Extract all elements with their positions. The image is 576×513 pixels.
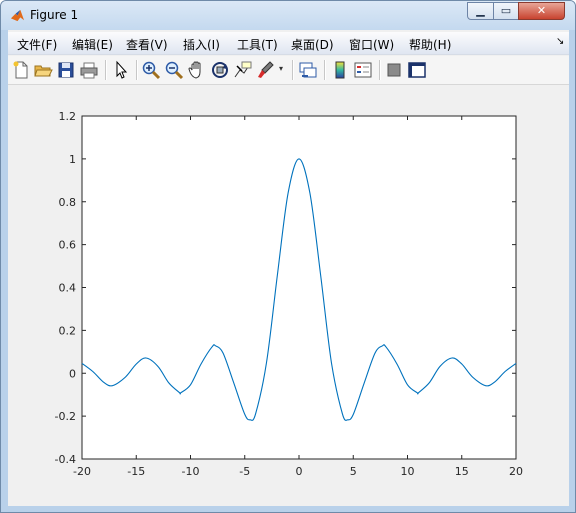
x-tick-label: -10 — [182, 465, 200, 478]
x-tick-label: 0 — [296, 465, 303, 478]
open-file-icon[interactable] — [33, 60, 53, 80]
x-tick-label: 10 — [401, 465, 415, 478]
y-tick-label: 0.2 — [59, 324, 77, 337]
data-cursor-icon[interactable] — [233, 60, 253, 80]
rotate-3d-icon[interactable] — [210, 60, 230, 80]
pan-icon[interactable] — [187, 60, 207, 80]
print-icon[interactable] — [79, 60, 99, 80]
menu-tools[interactable]: 工具(T) — [237, 36, 278, 53]
legend-icon[interactable] — [353, 60, 373, 80]
colorbar-icon[interactable] — [330, 60, 350, 80]
menu-view[interactable]: 查看(V) — [126, 36, 168, 53]
menu-edit[interactable]: 编辑(E) — [72, 36, 113, 53]
y-tick-label: 0 — [69, 367, 76, 380]
x-tick-label: -20 — [73, 465, 91, 478]
menu-desktop[interactable]: 桌面(D) — [291, 36, 334, 53]
figure-toolbar: ▾ — [8, 56, 569, 85]
toolbar-separator — [324, 60, 326, 80]
toolbar-separator — [105, 60, 107, 80]
title-bar[interactable]: Figure 1 ▁ ▭ ✕ — [1, 1, 575, 30]
axes-box — [81, 115, 517, 460]
plot-area[interactable]: -20 -15 -10 -5 0 5 10 15 20 -0.4 -0.2 0 0.2 0.4 0.6 0.8… — [8, 85, 569, 506]
minimize-button[interactable]: ▁ — [467, 2, 494, 20]
toolbar-separator — [292, 60, 294, 80]
zoom-in-icon[interactable] — [141, 60, 161, 80]
y-tick-label: 0.8 — [59, 196, 77, 209]
menu-help[interactable]: 帮助(H) — [409, 36, 451, 53]
matlab-logo-icon — [10, 9, 25, 22]
zoom-out-icon[interactable] — [164, 60, 184, 80]
minimize-icon: ▁ — [476, 4, 485, 17]
new-figure-icon[interactable] — [11, 60, 31, 80]
close-button[interactable]: ✕ — [518, 2, 565, 20]
menu-bar: 文件(F) 编辑(E) 查看(V) 插入(I) 工具(T) 桌面(D) 窗口(W… — [8, 32, 569, 55]
dock-arrow-icon[interactable]: ↘ — [556, 36, 564, 47]
window-title: Figure 1 — [30, 8, 79, 22]
y-tick-label: 1 — [69, 153, 76, 166]
y-tick-label: -0.2 — [55, 410, 76, 423]
link-plot-icon[interactable] — [298, 60, 318, 80]
y-tick-label: 1.2 — [59, 110, 77, 123]
y-tick-label: 0.4 — [59, 282, 77, 295]
x-tick-label: 5 — [350, 465, 357, 478]
close-icon: ✕ — [536, 4, 547, 17]
show-plot-tools-icon[interactable] — [407, 60, 427, 80]
menu-insert[interactable]: 插入(I) — [183, 36, 220, 53]
hide-plot-tools-icon[interactable] — [384, 60, 404, 80]
y-tick-label: 0.6 — [59, 239, 77, 252]
maximize-icon: ▭ — [500, 4, 512, 17]
y-tick-label: -0.4 — [55, 453, 76, 466]
toolbar-separator — [136, 60, 138, 80]
x-tick-label: 20 — [509, 465, 523, 478]
x-tick-label: -5 — [239, 465, 250, 478]
x-tick-label: 15 — [455, 465, 469, 478]
brush-dropdown-icon[interactable]: ▾ — [279, 64, 283, 73]
menu-window[interactable]: 窗口(W) — [349, 36, 394, 53]
brush-icon[interactable] — [256, 60, 276, 80]
figure-client-area: 文件(F) 编辑(E) 查看(V) 插入(I) 工具(T) 桌面(D) 窗口(W… — [8, 30, 569, 506]
menu-file[interactable]: 文件(F) — [17, 36, 57, 53]
maximize-button[interactable]: ▭ — [493, 2, 519, 20]
toolbar-separator — [379, 60, 381, 80]
save-icon[interactable] — [56, 60, 76, 80]
x-tick-label: -15 — [127, 465, 145, 478]
edit-plot-icon[interactable] — [111, 60, 131, 80]
figure-window: Figure 1 ▁ ▭ ✕ 文件(F) 编辑(E) 查看(V) 插入(I) 工… — [0, 0, 576, 513]
